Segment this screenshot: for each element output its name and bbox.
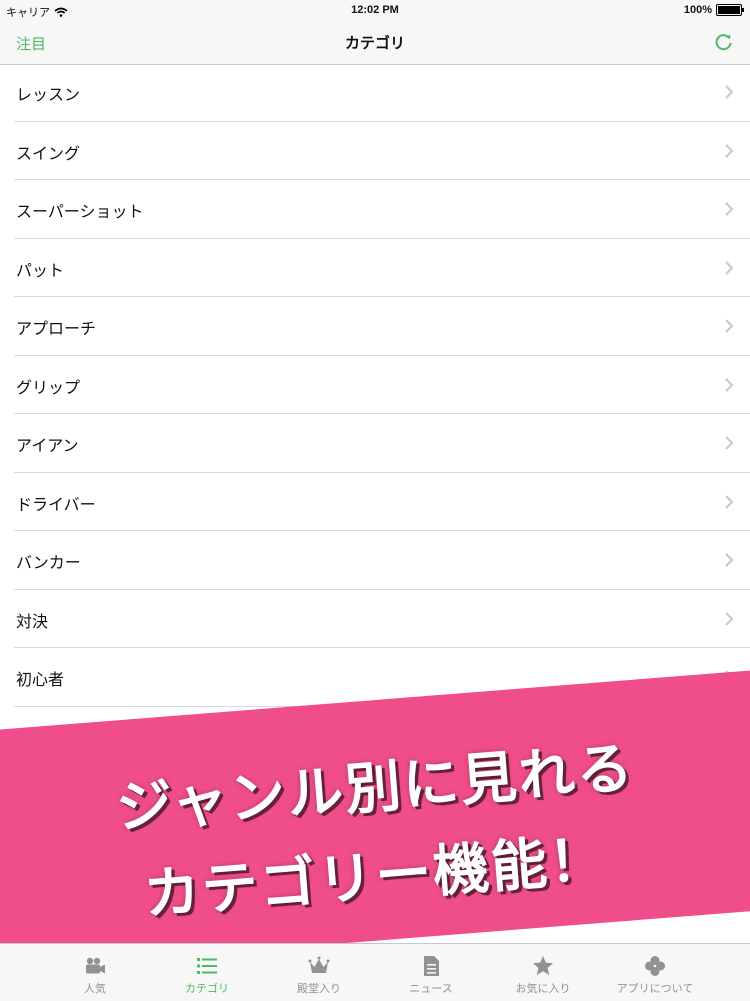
category-label: ドライバー [16, 494, 96, 514]
tab-label: 人気 [84, 982, 106, 995]
battery-icon [716, 4, 744, 16]
chevron-right-icon [725, 377, 734, 392]
battery-percent: 100% [683, 4, 712, 16]
video-camera-icon [86, 957, 105, 974]
chevron-right-icon [725, 436, 734, 450]
chevron-right-icon [725, 553, 734, 567]
list-item[interactable]: アプローチ [14, 297, 750, 356]
category-label: スーパーショット [16, 202, 144, 221]
category-label: スイング [16, 143, 81, 163]
category-label: バンカー [16, 553, 81, 572]
tab-clover[interactable]: アプリについて [599, 944, 711, 1001]
category-label: アイアン [16, 436, 79, 455]
chevron-right-icon [725, 202, 734, 216]
refresh-icon[interactable] [712, 30, 736, 54]
category-label: レッスン [16, 85, 81, 104]
list-item[interactable]: パット [14, 239, 750, 297]
status-right: 100% [683, 4, 744, 16]
tab-label: ニュース [409, 982, 453, 995]
list-item[interactable]: ドライバー [14, 473, 750, 531]
star-icon [533, 956, 553, 975]
tab-video-camera[interactable]: 人気 [39, 944, 151, 1001]
list-item[interactable]: バンカー [14, 531, 750, 590]
tab-document[interactable]: ニュース [375, 944, 487, 1001]
category-label: グリップ [16, 377, 81, 397]
list-icon [197, 958, 217, 974]
category-label: パット [16, 260, 65, 280]
battery-fill [718, 6, 740, 14]
document-icon [424, 956, 439, 976]
chevron-right-icon [725, 85, 734, 99]
list-item[interactable]: レッスン [14, 63, 750, 122]
list-item[interactable]: スーパーショット [14, 180, 750, 239]
chevron-right-icon [725, 611, 734, 626]
tab-label: 殿堂入り [297, 982, 341, 995]
tab-bar: 人気 カテゴリ 殿堂入り ニュース お気に入り アプリについて [0, 943, 750, 1001]
tab-list[interactable]: カテゴリ [151, 944, 263, 1001]
list-item[interactable]: 対決 [14, 590, 750, 648]
clover-icon [645, 956, 665, 976]
tab-star[interactable]: お気に入り [487, 944, 599, 1001]
tab-label: カテゴリ [185, 982, 229, 995]
chevron-right-icon [725, 494, 734, 509]
chevron-right-icon [725, 143, 734, 158]
clock: 12:02 PM [351, 4, 399, 16]
page-title: カテゴリ [344, 34, 405, 52]
list-item[interactable]: スイング [14, 122, 750, 180]
tab-label: アプリについて [616, 982, 694, 995]
chevron-right-icon [725, 260, 734, 275]
tab-crown[interactable]: 殿堂入り [263, 944, 375, 1001]
category-label: 対決 [16, 611, 49, 631]
list-item[interactable]: アイアン [14, 414, 750, 473]
list-item[interactable]: グリップ [14, 356, 750, 414]
chevron-right-icon [725, 319, 734, 333]
status-bar: キャリア 12:02 PM 100% [0, 0, 750, 22]
category-label: 初心者 [16, 670, 65, 689]
tab-label: お気に入り [515, 982, 571, 995]
navigation-bar: 注目 カテゴリ [0, 22, 750, 65]
category-label: アプローチ [16, 319, 97, 338]
crown-icon [308, 956, 330, 973]
